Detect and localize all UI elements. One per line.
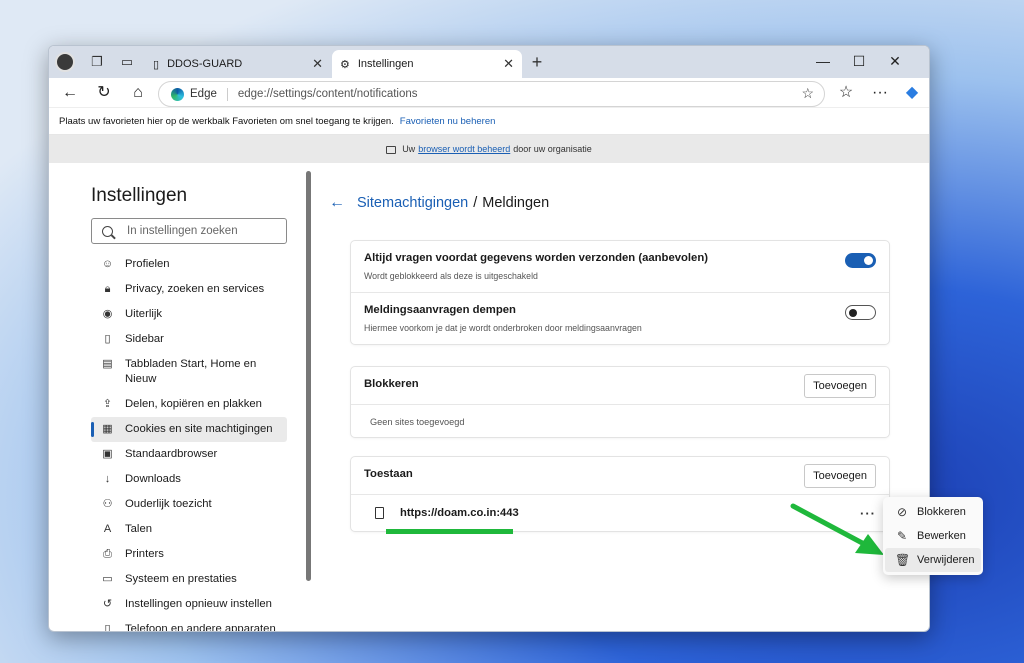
menu-item-delete[interactable]: 🗑︎ Verwijderen <box>885 548 981 572</box>
menu-item-label: Verwijderen <box>917 554 975 566</box>
context-menu: ⊘ Blokkeren ✎ Bewerken 🗑︎ Verwijderen <box>883 497 983 575</box>
pencil-icon: ✎ <box>896 529 908 543</box>
menu-item-edit[interactable]: ✎ Bewerken <box>885 524 981 548</box>
annotation-arrow <box>790 503 884 555</box>
trash-icon: 🗑︎ <box>895 553 911 567</box>
menu-item-label: Blokkeren <box>917 506 966 518</box>
menu-item-block[interactable]: ⊘ Blokkeren <box>885 500 981 524</box>
menu-item-label: Bewerken <box>917 530 966 542</box>
block-icon: ⊘ <box>896 505 908 519</box>
